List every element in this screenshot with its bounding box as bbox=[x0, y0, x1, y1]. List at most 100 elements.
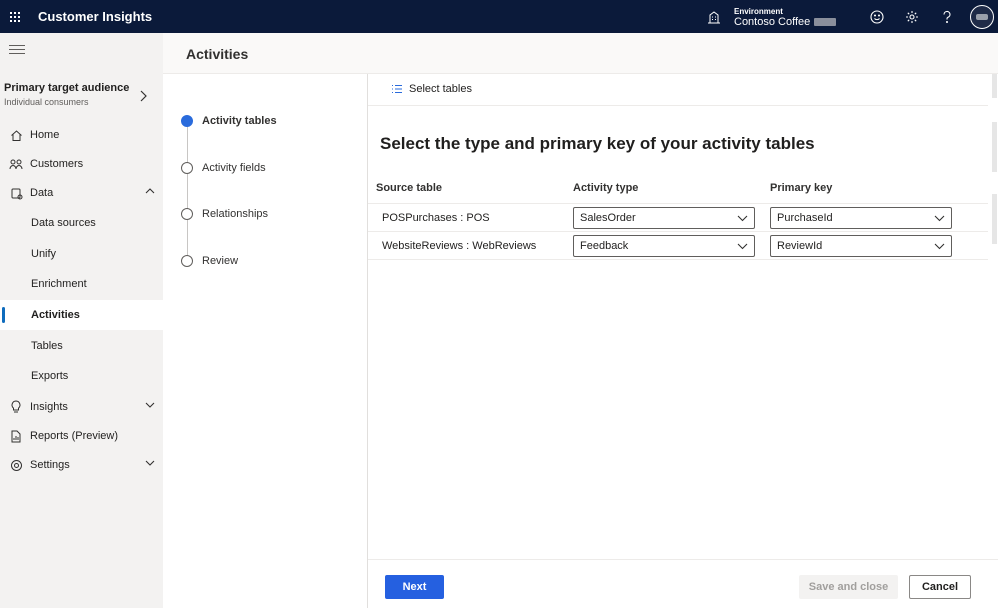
waffle-icon bbox=[10, 11, 20, 22]
wizard-steps: Activity tables Activity fields Relation… bbox=[163, 74, 367, 608]
step-indicator bbox=[181, 162, 193, 174]
nav-item-unify[interactable]: Unify bbox=[0, 239, 163, 269]
home-icon bbox=[10, 129, 22, 141]
activity-type-dropdown[interactable]: Feedback bbox=[573, 235, 755, 257]
cancel-button[interactable]: Cancel bbox=[909, 575, 971, 599]
footer-bar: Next Save and close Cancel bbox=[368, 559, 998, 608]
avatar[interactable] bbox=[970, 4, 994, 29]
environment-name: Contoso Coffee bbox=[734, 15, 811, 28]
chevron-down-icon bbox=[145, 460, 155, 466]
nav-item-customers[interactable]: Customers bbox=[0, 149, 163, 179]
smiley-icon bbox=[869, 9, 884, 24]
gear-icon bbox=[10, 459, 22, 471]
nav-label: Reports (Preview) bbox=[30, 430, 119, 442]
building-icon bbox=[708, 10, 720, 23]
nav-item-enrichment[interactable]: Enrichment bbox=[0, 269, 163, 299]
step-relationships[interactable]: Relationships bbox=[181, 207, 268, 221]
section-title: Select the type and primary key of your … bbox=[380, 134, 815, 153]
dropdown-value: Feedback bbox=[580, 240, 629, 252]
nav-item-exports[interactable]: Exports bbox=[0, 361, 163, 391]
primary-key-dropdown[interactable]: ReviewId bbox=[770, 235, 952, 257]
nav-item-reports[interactable]: Reports (Preview) bbox=[0, 421, 163, 451]
next-button[interactable]: Next bbox=[385, 575, 444, 599]
settings-button[interactable] bbox=[894, 0, 929, 33]
people-icon bbox=[9, 159, 23, 169]
question-icon bbox=[942, 10, 951, 23]
top-bar: Customer Insights Environment Contoso Co… bbox=[0, 0, 998, 33]
main-content: Select tables Select the type and primar… bbox=[367, 74, 998, 608]
dropdown-value: SalesOrder bbox=[580, 212, 636, 224]
nav-label: Enrichment bbox=[31, 278, 87, 290]
source-table-cell: WebsiteReviews : WebReviews bbox=[382, 240, 537, 252]
help-button[interactable] bbox=[929, 0, 964, 33]
nav-label: Data bbox=[30, 187, 54, 199]
step-indicator bbox=[181, 255, 193, 267]
table-header: Source table Activity type Primary key bbox=[368, 172, 988, 204]
nav-label: Data sources bbox=[31, 217, 96, 229]
lightbulb-icon bbox=[11, 400, 21, 413]
primary-key-dropdown[interactable]: PurchaseId bbox=[770, 207, 952, 229]
audience-title: Primary target audience bbox=[4, 82, 130, 94]
step-label: Relationships bbox=[202, 208, 269, 220]
database-icon bbox=[11, 188, 22, 199]
nav-label: Insights bbox=[30, 401, 68, 413]
table-row: WebsiteReviews : WebReviews Feedback Rev… bbox=[368, 232, 988, 260]
nav-label: Tables bbox=[31, 340, 63, 352]
app-title: Customer Insights bbox=[38, 9, 153, 24]
report-icon bbox=[11, 430, 21, 442]
column-header-activity-type: Activity type bbox=[573, 182, 639, 194]
select-tables-label: Select tables bbox=[409, 83, 472, 95]
nav-item-data[interactable]: Data bbox=[0, 178, 163, 208]
audience-subtitle: Individual consumers bbox=[4, 97, 89, 107]
chevron-down-icon bbox=[145, 402, 155, 408]
scrollbar[interactable] bbox=[989, 74, 998, 554]
nav-label: Unify bbox=[31, 248, 57, 260]
gear-icon bbox=[905, 10, 918, 23]
step-indicator bbox=[181, 208, 193, 220]
nav-item-tables[interactable]: Tables bbox=[0, 331, 163, 361]
step-label: Review bbox=[202, 255, 239, 267]
nav-label: Customers bbox=[30, 158, 84, 170]
chevron-down-icon bbox=[737, 215, 748, 222]
nav-item-settings[interactable]: Settings bbox=[0, 450, 163, 480]
column-header-source-table: Source table bbox=[376, 182, 443, 194]
activity-type-dropdown[interactable]: SalesOrder bbox=[573, 207, 755, 229]
nav-item-insights[interactable]: Insights bbox=[0, 392, 163, 422]
audience-switcher[interactable]: Primary target audience Individual consu… bbox=[4, 82, 159, 107]
step-label: Activity tables bbox=[202, 115, 277, 127]
nav-item-data-sources[interactable]: Data sources bbox=[0, 208, 163, 238]
nav-label: Activities bbox=[31, 309, 80, 321]
environment-picker[interactable]: Environment Contoso Coffee bbox=[706, 0, 837, 33]
chevron-up-icon bbox=[145, 188, 155, 194]
nav-label: Home bbox=[30, 129, 60, 141]
avatar-redacted bbox=[976, 13, 988, 20]
step-connector bbox=[187, 126, 188, 262]
dropdown-value: ReviewId bbox=[777, 240, 823, 252]
dropdown-value: PurchaseId bbox=[777, 212, 833, 224]
chevron-down-icon bbox=[934, 243, 945, 250]
select-tables-button[interactable]: Select tables bbox=[391, 83, 472, 95]
nav-label: Exports bbox=[31, 370, 69, 382]
feedback-button[interactable] bbox=[859, 0, 894, 33]
step-label: Activity fields bbox=[202, 162, 266, 174]
source-table-cell: POSPurchases : POS bbox=[382, 212, 490, 224]
save-and-close-button[interactable]: Save and close bbox=[799, 575, 898, 599]
app-launcher-button[interactable] bbox=[0, 0, 30, 33]
chevron-right-icon bbox=[140, 90, 147, 102]
list-icon bbox=[392, 84, 402, 94]
table-row: POSPurchases : POS SalesOrder PurchaseId bbox=[368, 204, 988, 232]
page-title: Activities bbox=[186, 46, 249, 62]
command-bar: Select tables bbox=[368, 74, 988, 106]
step-indicator-active bbox=[181, 115, 193, 127]
step-activity-fields[interactable]: Activity fields bbox=[181, 161, 266, 175]
column-header-primary-key: Primary key bbox=[770, 182, 833, 194]
chevron-down-icon bbox=[737, 243, 748, 250]
nav-label: Settings bbox=[30, 459, 70, 471]
hamburger-menu-icon[interactable] bbox=[9, 45, 25, 57]
nav-item-activities[interactable]: Activities bbox=[0, 300, 163, 330]
step-activity-tables[interactable]: Activity tables bbox=[181, 114, 277, 128]
step-review[interactable]: Review bbox=[181, 254, 238, 268]
environment-label: Environment bbox=[734, 6, 783, 16]
nav-item-home[interactable]: Home bbox=[0, 120, 163, 150]
page-header: Activities bbox=[163, 33, 998, 74]
